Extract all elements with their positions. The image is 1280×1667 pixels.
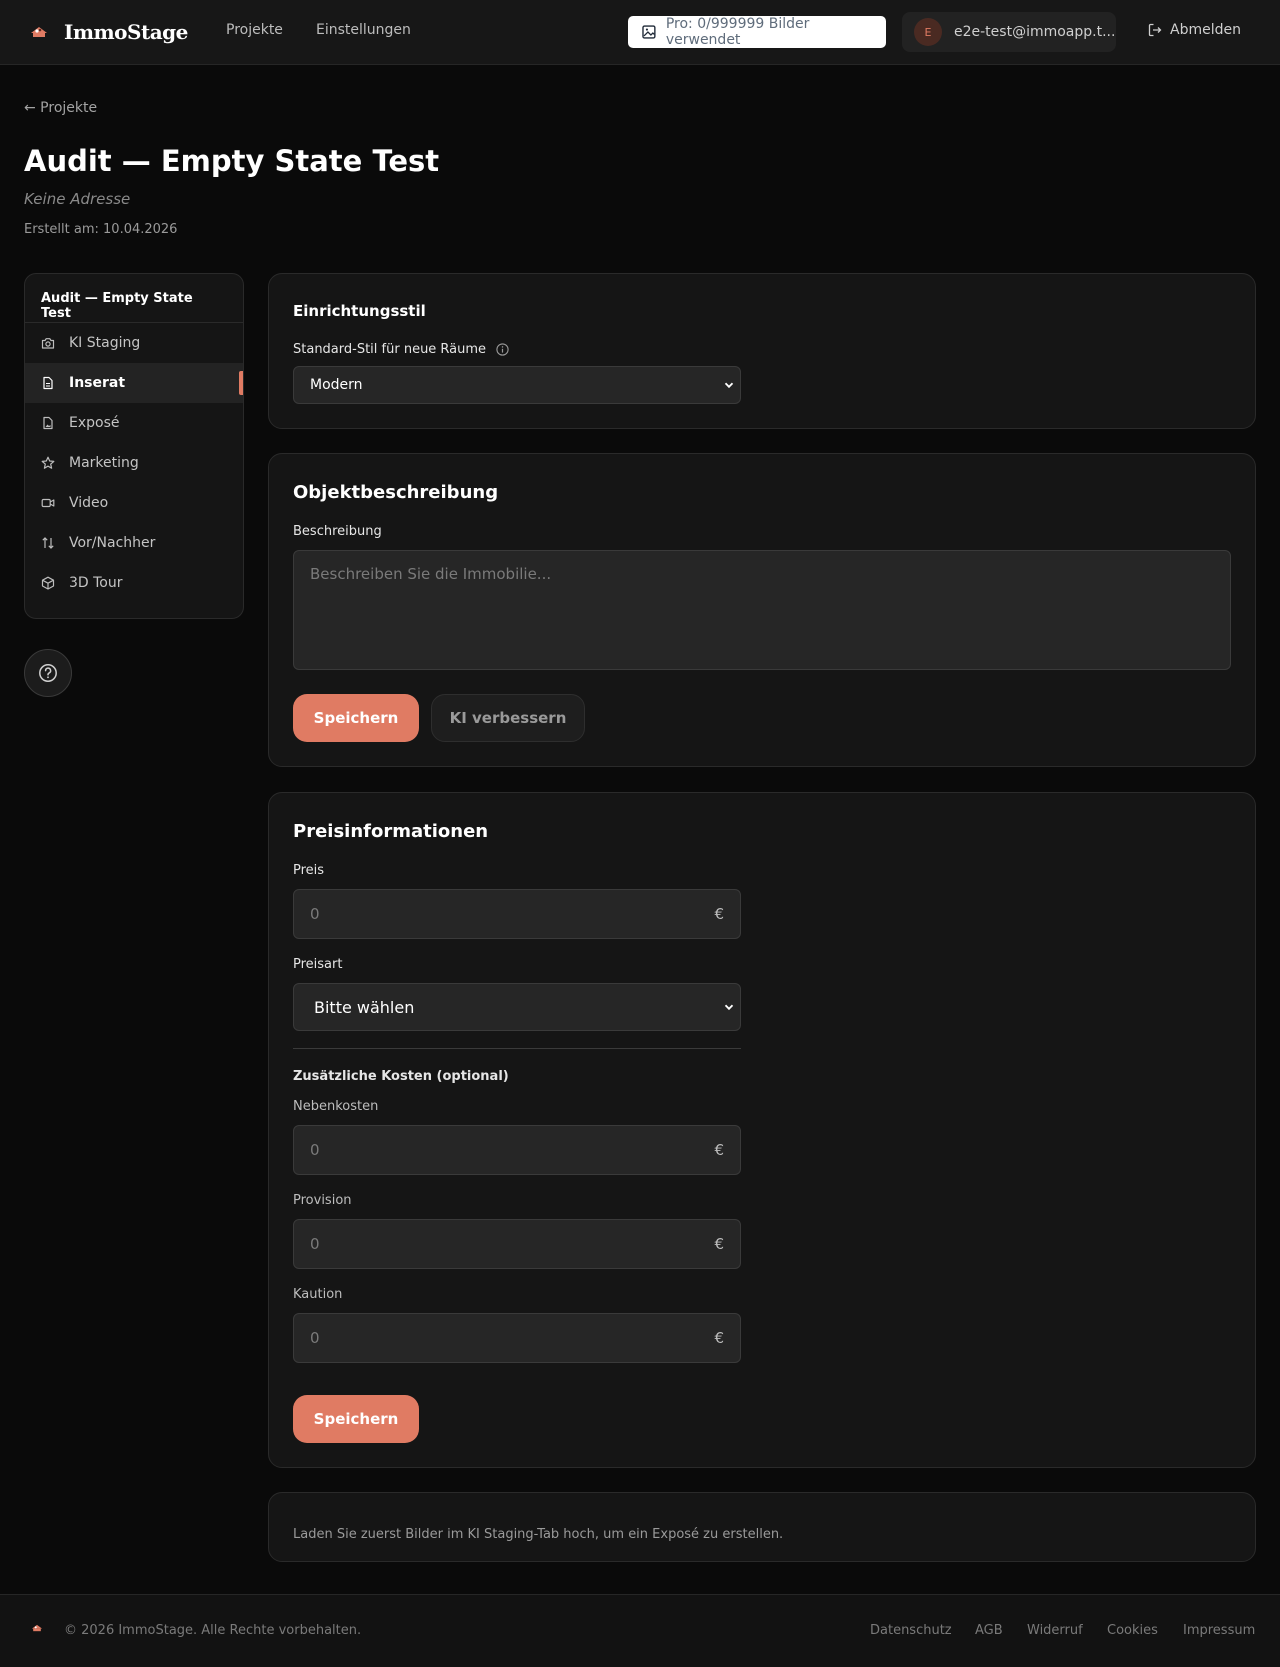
footer-link-datenschutz[interactable]: Datenschutz [870,1623,952,1638]
chevron-down-icon [724,382,734,389]
description-card-title: Objektbeschreibung [293,482,499,503]
star-icon [41,456,55,469]
cube-icon [41,576,55,590]
sidebar-item-label: Exposé [69,415,120,431]
provision-input[interactable]: 0 € [293,1219,741,1269]
swap-icon [42,537,54,549]
price-placeholder: 0 [310,905,320,923]
description-card: Objektbeschreibung Beschreibung Beschrei… [268,453,1256,767]
style-select-value: Modern [310,377,363,393]
sidebar-item-label: Video [69,495,109,511]
nav-einstellungen[interactable]: Einstellungen [316,22,411,38]
footer: © 2026 ImmoStage. Alle Rechte vorbehalte… [0,1594,1280,1667]
sidebar-item-3d-tour[interactable]: 3D Tour [25,563,243,603]
sidebar-project-title: Audit — Empty State Test [25,274,243,323]
nebenkosten-input[interactable]: 0 € [293,1125,741,1175]
section-divider [293,1048,741,1049]
expose-hint-text: Laden Sie zuerst Bilder im KI Staging-Ta… [293,1527,784,1542]
footer-link-impressum[interactable]: Impressum [1183,1623,1255,1638]
sidebar-item-label: Inserat [69,375,126,391]
image-icon [642,25,656,39]
copyright-text: © 2026 ImmoStage. Alle Rechte vorbehalte… [64,1623,362,1638]
nebenkosten-placeholder: 0 [310,1141,320,1159]
extra-costs-heading: Zusätzliche Kosten (optional) [293,1069,509,1084]
camera-icon [41,338,55,349]
default-style-label: Standard-Stil für neue Räume [293,342,509,357]
logout-icon [1148,23,1162,37]
euro-icon: € [714,1235,724,1253]
logo-icon [31,27,47,37]
logo-icon [31,1624,43,1632]
euro-icon: € [714,1141,724,1159]
style-card: Einrichtungsstil Standard-Stil für neue … [268,273,1256,429]
provision-label: Provision [293,1193,352,1208]
logout-label: Abmelden [1170,22,1241,38]
style-card-title: Einrichtungsstil [293,302,426,320]
footer-link-widerruf[interactable]: Widerruf [1027,1623,1083,1638]
page-title: Audit — Empty State Test [24,144,440,178]
sidebar-item-vor-nachher[interactable]: Vor/Nachher [25,523,243,563]
sidebar-item-marketing[interactable]: Marketing [25,443,243,483]
avatar: E [914,18,942,46]
default-style-label-text: Standard-Stil für neue Räume [293,342,487,357]
created-date: Erstellt am: 10.04.2026 [24,222,178,237]
info-icon[interactable] [496,343,509,356]
description-textarea[interactable]: Beschreiben Sie die Immobilie... [293,550,1231,670]
price-type-select[interactable]: Bitte wählen [293,983,741,1031]
sidebar-item-label: Vor/Nachher [69,535,156,551]
save-description-button[interactable]: Speichern [293,694,419,742]
price-type-label: Preisart [293,957,343,972]
sidebar-item-video[interactable]: Video [25,483,243,523]
style-select[interactable]: Modern [293,366,741,404]
user-menu[interactable]: E e2e-test@immoapp.t... [902,12,1116,52]
usage-badge: Pro: 0/999999 Bilder verwendet [628,16,886,48]
logout-button[interactable]: Abmelden [1148,22,1241,38]
sidebar-item-expose[interactable]: Exposé [25,403,243,443]
expose-hint-card: Laden Sie zuerst Bilder im KI Staging-Ta… [268,1492,1256,1562]
sidebar-item-label: 3D Tour [69,575,123,591]
nebenkosten-label: Nebenkosten [293,1099,379,1114]
kaution-label: Kaution [293,1287,343,1302]
brand-logo[interactable]: ImmoStage [28,18,188,46]
top-navigation-bar: ImmoStage Projekte Einstellungen Pro: 0/… [0,0,1280,65]
nav-projekte[interactable]: Projekte [226,22,283,38]
help-icon [39,664,57,682]
provision-placeholder: 0 [310,1235,320,1253]
brand-name: ImmoStage [64,20,188,44]
user-email: e2e-test@immoapp.t... [954,24,1116,40]
video-icon [41,498,55,508]
sidebar-item-label: Marketing [69,455,139,471]
sidebar-item-label: KI Staging [69,335,141,351]
euro-icon: € [714,905,724,923]
save-price-button[interactable]: Speichern [293,1395,419,1443]
project-address: Keine Adresse [24,190,131,208]
sidebar-item-ki-staging[interactable]: KI Staging [25,323,243,363]
ki-improve-button[interactable]: KI verbessern [431,694,585,742]
usage-text: Pro: 0/999999 Bilder verwendet [665,16,810,48]
back-to-projects-link[interactable]: ← Projekte [24,100,97,116]
chevron-down-icon [724,1004,734,1011]
euro-icon: € [714,1329,724,1347]
price-card: Preisinformationen Preis 0 € Preisart Bi… [268,792,1256,1468]
footer-link-cookies[interactable]: Cookies [1107,1623,1158,1638]
document-icon [43,376,53,390]
help-button[interactable] [24,649,72,697]
footer-link-agb[interactable]: AGB [975,1623,1003,1638]
price-type-value: Bitte wählen [314,997,415,1017]
file-image-icon [43,416,53,430]
kaution-input[interactable]: 0 € [293,1313,741,1363]
description-label: Beschreibung [293,524,382,539]
price-input[interactable]: 0 € [293,889,741,939]
price-card-title: Preisinformationen [293,821,489,842]
project-sidebar: Audit — Empty State Test KI Staging Inse… [24,273,244,619]
kaution-placeholder: 0 [310,1329,320,1347]
sidebar-item-inserat[interactable]: Inserat [25,363,243,403]
price-label: Preis [293,863,325,878]
